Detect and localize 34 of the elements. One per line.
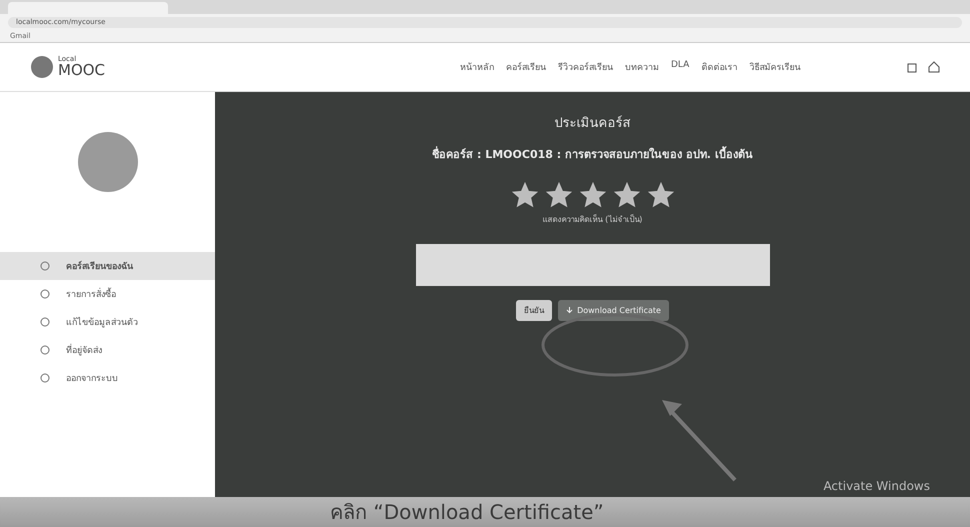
home-icon[interactable] bbox=[928, 61, 940, 73]
nav-link[interactable]: รีวิวคอร์สเรียน bbox=[558, 60, 613, 74]
download-icon bbox=[566, 307, 574, 314]
submit-button[interactable]: ยืนยัน bbox=[516, 300, 552, 321]
course-name: ชื่อคอร์ส : LMOOC018 : การตรวจสอบภายในของ อปท. เบื้องต้น bbox=[432, 145, 753, 163]
sidebar-item[interactable]: รายการสั่งซื้อ bbox=[0, 280, 215, 308]
sidebar-item[interactable]: แก้ไขข้อมูลส่วนตัว bbox=[0, 308, 215, 336]
nav-link[interactable]: บทความ bbox=[625, 60, 659, 74]
star-icon[interactable] bbox=[646, 181, 674, 209]
sidebar-item[interactable]: คอร์สเรียนของฉัน bbox=[0, 252, 215, 280]
star-icon[interactable] bbox=[544, 181, 572, 209]
nav-link[interactable]: DLA bbox=[671, 60, 690, 74]
activation-notice: Activate Windows bbox=[823, 479, 930, 493]
comment-label: แสดงความคิดเห็น (ไม่จำเป็น) bbox=[542, 213, 642, 226]
nav-link[interactable]: คอร์สเรียน bbox=[506, 60, 546, 74]
comment-field[interactable] bbox=[416, 244, 770, 286]
cart-icon[interactable] bbox=[906, 61, 918, 73]
menu-item-icon bbox=[40, 261, 50, 271]
star-icon[interactable] bbox=[612, 181, 640, 209]
menu-item-icon bbox=[40, 373, 50, 383]
nav-link[interactable]: หน้าหลัก bbox=[460, 60, 494, 74]
page-title: ประเมินคอร์ส bbox=[554, 114, 630, 133]
logo-title: MOOC bbox=[58, 63, 106, 78]
sidebar-item[interactable]: ที่อยู่จัดส่ง bbox=[0, 336, 215, 364]
menu-item-icon bbox=[40, 345, 50, 355]
nav-link[interactable]: วิธีสมัครเรียน bbox=[749, 60, 800, 74]
caption-text: คลิก “Download Certificate” bbox=[0, 497, 970, 527]
star-icon[interactable] bbox=[578, 181, 606, 209]
star-icon[interactable] bbox=[510, 181, 538, 209]
sidebar-item[interactable]: ออกจากระบบ bbox=[0, 364, 215, 392]
logo-icon bbox=[30, 55, 54, 79]
menu-item-icon bbox=[40, 317, 50, 327]
menu-item-icon bbox=[40, 289, 50, 299]
nav-link[interactable]: ติดต่อเรา bbox=[701, 60, 738, 74]
